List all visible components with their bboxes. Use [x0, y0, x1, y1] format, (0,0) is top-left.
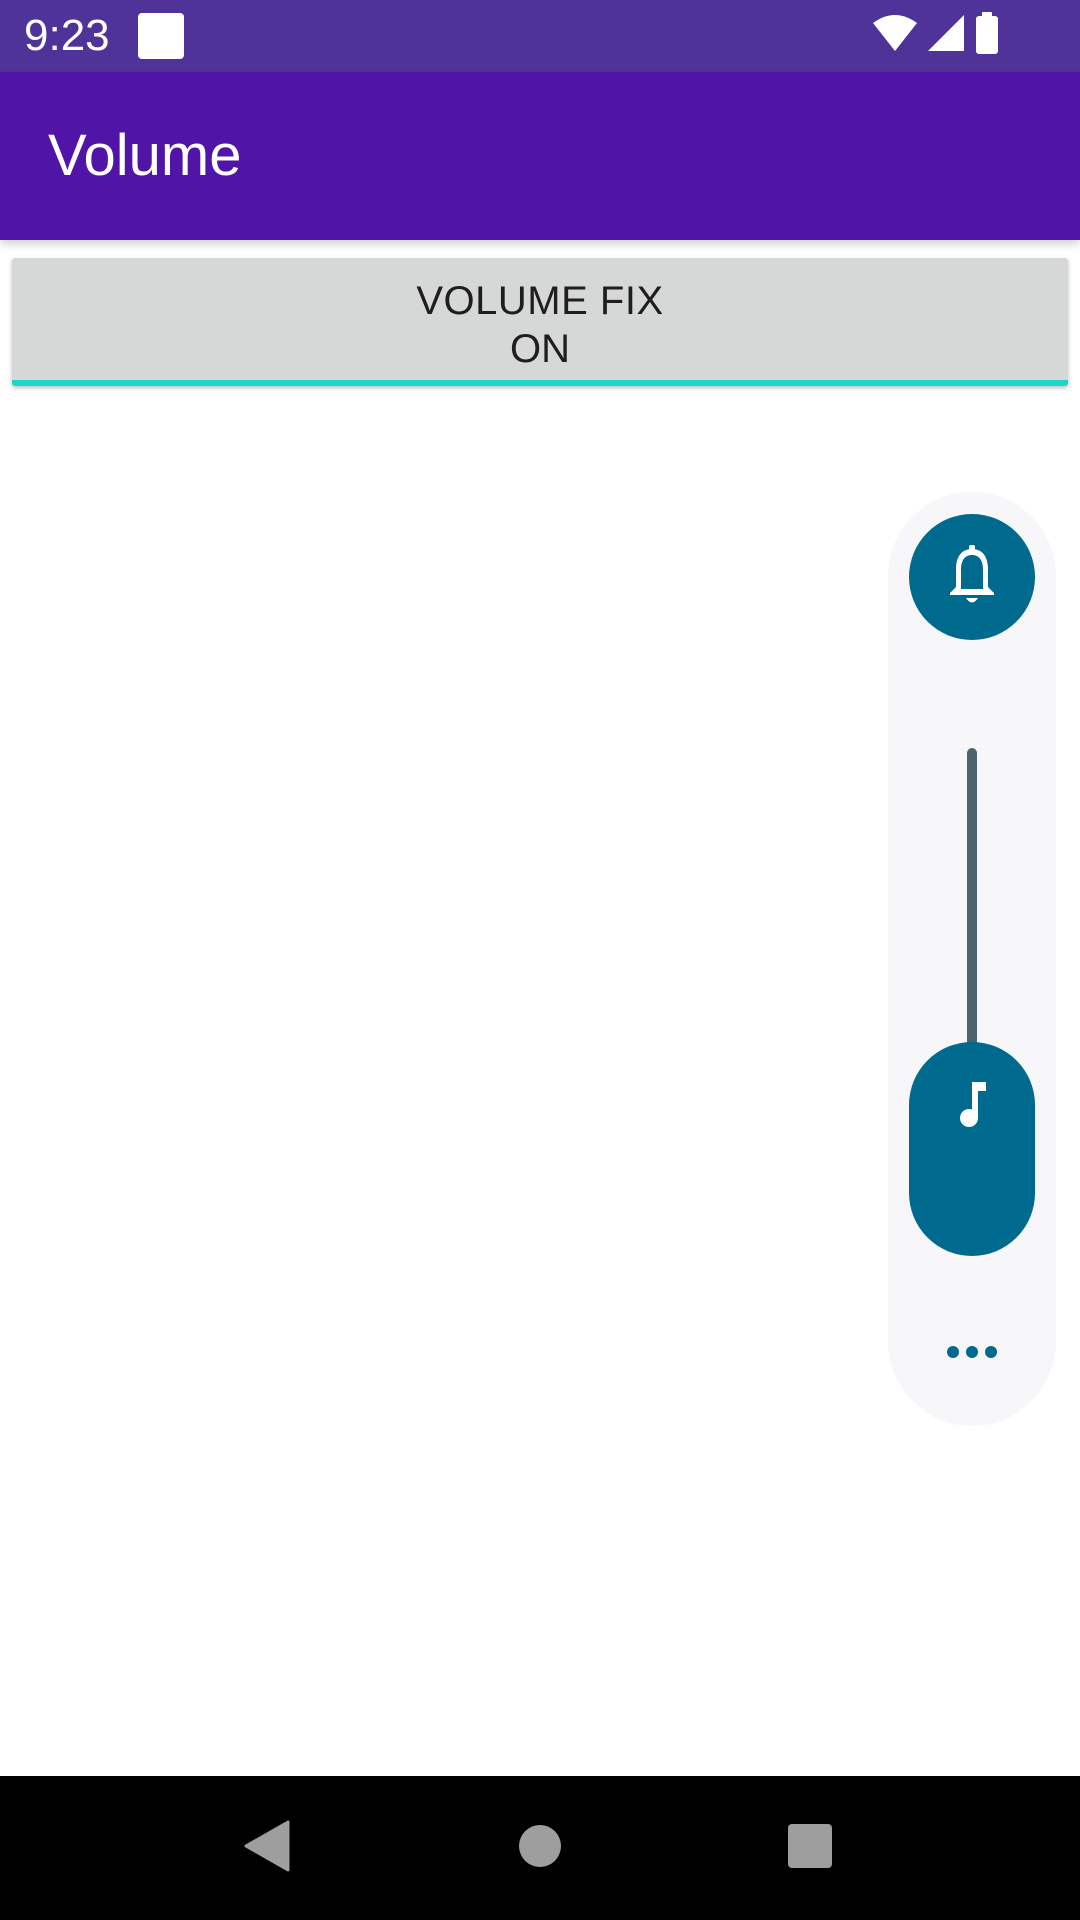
recents-icon: [787, 1823, 833, 1874]
battery-icon: [974, 11, 1000, 59]
volume-fix-state: ON: [510, 327, 570, 371]
app-title: Volume: [48, 123, 242, 188]
back-icon: [242, 1820, 292, 1877]
music-note-icon: [952, 1080, 992, 1135]
navigation-bar: [0, 1776, 1080, 1920]
media-volume-slider-track[interactable]: [967, 748, 977, 1066]
wifi-icon: [872, 13, 918, 58]
cellular-signal-icon: [926, 13, 966, 58]
notification-square-icon: [138, 13, 184, 59]
recents-button[interactable]: [760, 1798, 860, 1898]
volume-fix-label: VOLUME FIX: [416, 279, 664, 323]
media-volume-slider-thumb[interactable]: [909, 1042, 1035, 1256]
app-bar: Volume: [0, 72, 1080, 240]
bell-icon: [946, 544, 998, 610]
more-dot: [966, 1346, 978, 1358]
toggle-on-indicator: [12, 380, 1068, 386]
more-dot: [985, 1346, 997, 1358]
volume-fix-toggle-button[interactable]: VOLUME FIX ON: [12, 258, 1068, 386]
home-icon: [518, 1824, 562, 1873]
status-bar: 9:23: [0, 0, 1080, 72]
volume-panel: [888, 492, 1056, 1426]
status-time: 9:23: [24, 11, 110, 60]
status-icons: [872, 11, 1000, 59]
home-button[interactable]: [490, 1798, 590, 1898]
ringer-mode-button[interactable]: [909, 514, 1035, 640]
back-button[interactable]: [217, 1798, 317, 1898]
more-options-button[interactable]: [936, 1332, 1008, 1372]
more-dot: [947, 1346, 959, 1358]
screen: 9:23 Volume VOLUME FIX ON: [0, 0, 1080, 1920]
